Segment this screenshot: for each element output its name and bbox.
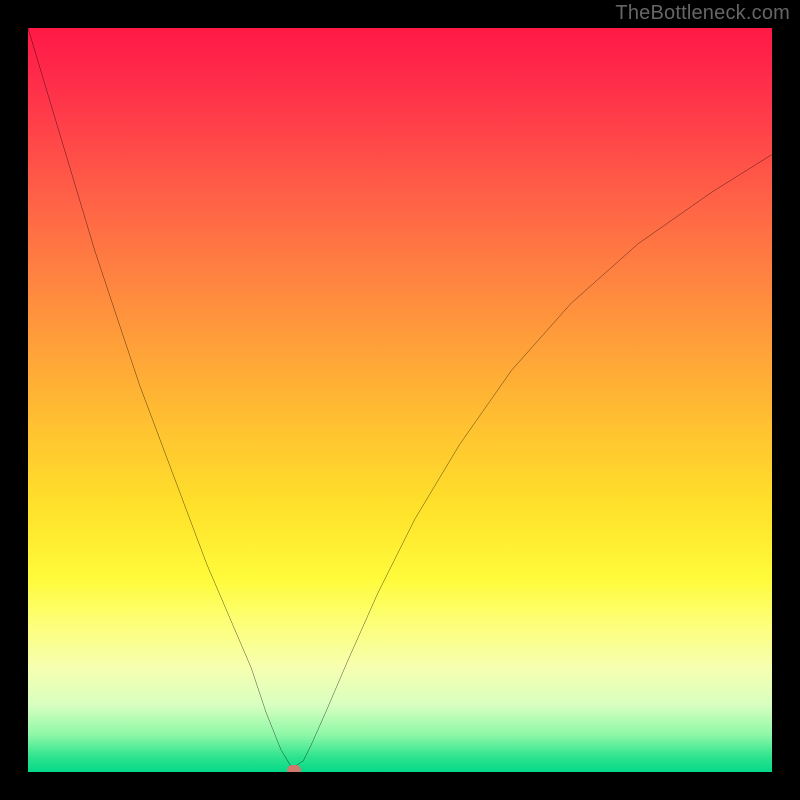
bottleneck-curve <box>28 28 772 772</box>
curve-path <box>28 28 772 768</box>
plot-area <box>28 28 772 772</box>
optimal-point-marker <box>287 765 301 772</box>
watermark-text: TheBottleneck.com <box>615 2 790 25</box>
chart-frame: TheBottleneck.com <box>0 0 800 800</box>
